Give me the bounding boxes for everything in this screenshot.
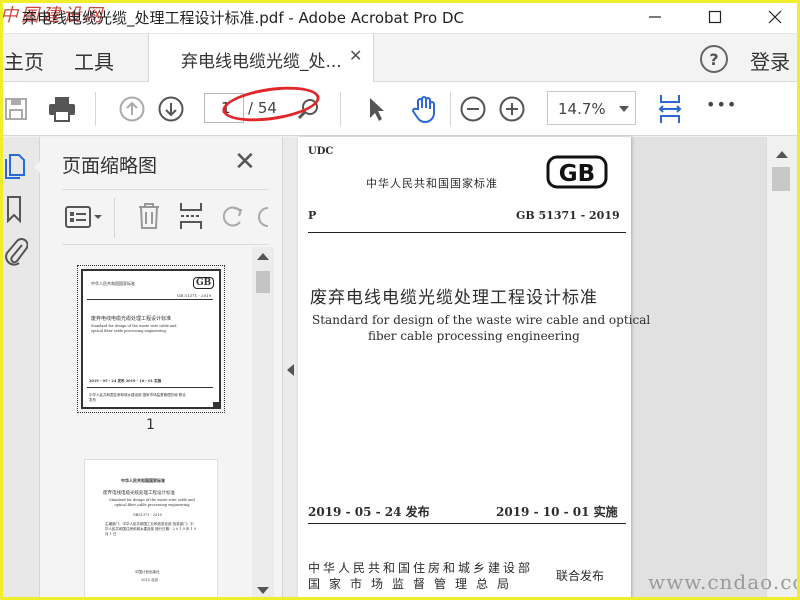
scroll-thumb[interactable]	[772, 167, 790, 191]
title-bar: 中国建设网 弃电线电缆光缆_处理工程设计标准.pdf - Adobe Acrob…	[0, 0, 800, 34]
effective-date: 2019 - 10 - 01 实施	[496, 505, 618, 519]
publisher-1: 中华人民共和国住房和城乡建设部	[308, 561, 534, 575]
thumb2-press: 中国计划出版社	[135, 570, 160, 574]
scroll-down-arrow[interactable]	[257, 587, 269, 594]
thumb-rule	[87, 387, 213, 388]
fit-page-icon[interactable]	[656, 95, 684, 123]
maximize-icon	[708, 10, 722, 24]
standard-number: GB 51371 - 2019	[516, 209, 620, 222]
thumb-publisher: 中华人民共和国住房和城乡建设部 国家市场监督管理总局 联合发布	[89, 393, 186, 402]
document-tab-label: 弃电线电缆光缆_处...	[181, 52, 342, 72]
bookmark-icon[interactable]	[6, 195, 22, 227]
zoom-select[interactable]: 14.7%	[547, 91, 636, 125]
close-panel-icon[interactable]: ✕	[234, 147, 256, 177]
title-chinese: 废弃电线电缆光缆处理工程设计标准	[310, 288, 598, 308]
udc-label: UDC	[308, 146, 334, 157]
classification-p: P	[308, 209, 317, 222]
scroll-thumb[interactable]	[256, 271, 270, 293]
document-scrollbar[interactable]	[766, 137, 800, 600]
toolbar-separator	[95, 92, 96, 126]
window-title: 弃电线电缆光缆_处理工程设计标准.pdf - Adobe Acrobat Pro…	[22, 9, 464, 27]
menu-tools[interactable]: 工具	[74, 46, 114, 75]
more-tools-icon[interactable]: •••	[706, 95, 737, 114]
print-icon[interactable]	[48, 95, 76, 123]
panel-separator	[114, 198, 115, 238]
thumb2-header: 中华人民共和国国家标准	[121, 478, 165, 483]
scroll-up-arrow[interactable]	[257, 253, 269, 260]
site-watermark: www.cndao.com	[648, 570, 800, 594]
title-english-line2: fiber cable processing engineering	[368, 329, 580, 343]
thumb2-title: 废弃电线电缆光缆处理工程设计标准	[103, 491, 175, 496]
delete-page-icon[interactable]	[136, 202, 162, 234]
thumb2-city: 2019 北京	[141, 578, 159, 582]
thumb-std-no: GB 51371 - 2019	[177, 293, 212, 298]
thumbnail-panel: 页面缩略图 ✕ 中华人民共和国国家标准 GB GB 51371 - 2019 废…	[40, 137, 282, 600]
login-button[interactable]: 登录	[750, 46, 790, 75]
rule-line	[308, 523, 626, 524]
thumb-header: 中华人民共和国国家标准	[91, 281, 135, 286]
zoom-value: 14.7%	[558, 100, 606, 118]
close-icon	[768, 10, 782, 24]
rotate-left-icon[interactable]	[220, 204, 246, 234]
thumb2-lines: 主编部门：中华人民共和国工业和信息化部 批准部门：中华人民共和国住房和城乡建设部…	[105, 522, 197, 536]
gb-logo-text: GB	[559, 161, 595, 187]
next-page-icon[interactable]	[157, 95, 185, 123]
joint-release: 联合发布	[556, 569, 605, 583]
title-english-line1: Standard for design of the waste wire ca…	[312, 313, 651, 327]
thumb2-std-no: GB51371 - 2019	[133, 513, 162, 517]
thumb-resize-handle[interactable]	[213, 402, 219, 408]
previous-page-icon[interactable]	[118, 95, 146, 123]
page-thumbnails-icon[interactable]	[4, 151, 26, 179]
rule-line	[308, 232, 626, 233]
thumb-subtitle: Standard for design of the waste wire ca…	[91, 324, 177, 333]
options-menu-icon[interactable]	[64, 204, 104, 234]
gb-logo: GB	[546, 154, 608, 190]
national-standard-label: 中华人民共和国国家标准	[366, 177, 498, 190]
publisher-2: 国家市场监督管理总局	[308, 577, 519, 591]
page-thumbnail-selected[interactable]: 中华人民共和国国家标准 GB GB 51371 - 2019 废弃电线电缆光缆处…	[77, 265, 225, 413]
document-tab[interactable]: 弃电线电缆光缆_处... ✕	[148, 34, 374, 82]
zoom-in-icon[interactable]	[498, 95, 526, 123]
thumb-gb-logo: GB	[193, 277, 215, 289]
chevron-down-icon	[619, 106, 629, 112]
collapse-panel-arrow[interactable]	[287, 364, 294, 376]
close-tab-icon[interactable]: ✕	[349, 46, 362, 65]
scroll-up-arrow[interactable]	[776, 151, 788, 158]
document-view[interactable]: UDC 中华人民共和国国家标准 GB P GB 51371 - 2019 废弃电…	[298, 137, 766, 600]
toolbar-separator	[340, 92, 341, 126]
toolbar-separator	[450, 92, 451, 126]
navigation-rail	[0, 137, 42, 600]
select-cursor-icon[interactable]	[362, 95, 390, 123]
save-icon[interactable]	[2, 95, 30, 123]
menu-home[interactable]: 主页	[4, 46, 44, 75]
issue-date: 2019 - 05 - 24 发布	[308, 505, 430, 519]
panel-title: 页面缩略图	[62, 155, 158, 177]
minimize-icon	[649, 16, 661, 18]
insert-page-icon[interactable]	[178, 202, 204, 234]
thumbnail-page-2[interactable]: 中华人民共和国国家标准 废弃电线电缆光缆处理工程设计标准 Standard fo…	[84, 459, 218, 600]
thumb-rule	[87, 299, 213, 300]
attachment-icon[interactable]	[4, 237, 29, 271]
minimize-button[interactable]	[632, 0, 678, 34]
hand-tool-icon[interactable]	[410, 95, 438, 123]
thumbnail-page-1: 中华人民共和国国家标准 GB GB 51371 - 2019 废弃电线电缆光缆处…	[81, 269, 221, 409]
panel-divider[interactable]	[282, 137, 298, 600]
help-icon[interactable]: ?	[700, 45, 728, 73]
panel-toolbar	[62, 189, 268, 245]
thumb-dates: 2019 - 05 - 24 发布 2019 - 10 - 01 实施	[89, 379, 162, 383]
thumbnail-page-number: 1	[146, 417, 155, 433]
close-window-button[interactable]	[752, 0, 798, 34]
zoom-out-icon[interactable]	[459, 95, 487, 123]
maximize-button[interactable]	[692, 0, 738, 34]
panel-scrollbar[interactable]	[252, 247, 274, 600]
pdf-page: UDC 中华人民共和国国家标准 GB P GB 51371 - 2019 废弃电…	[298, 137, 650, 600]
thumb2-subtitle: Standard for design of the waste wire ca…	[109, 498, 195, 507]
rotate-right-icon[interactable]	[258, 204, 268, 230]
thumb-title: 废弃电线电缆光缆处理工程设计标准	[91, 316, 172, 322]
menu-bar: 主页 工具	[0, 34, 800, 82]
toolbar: •••	[0, 82, 800, 136]
